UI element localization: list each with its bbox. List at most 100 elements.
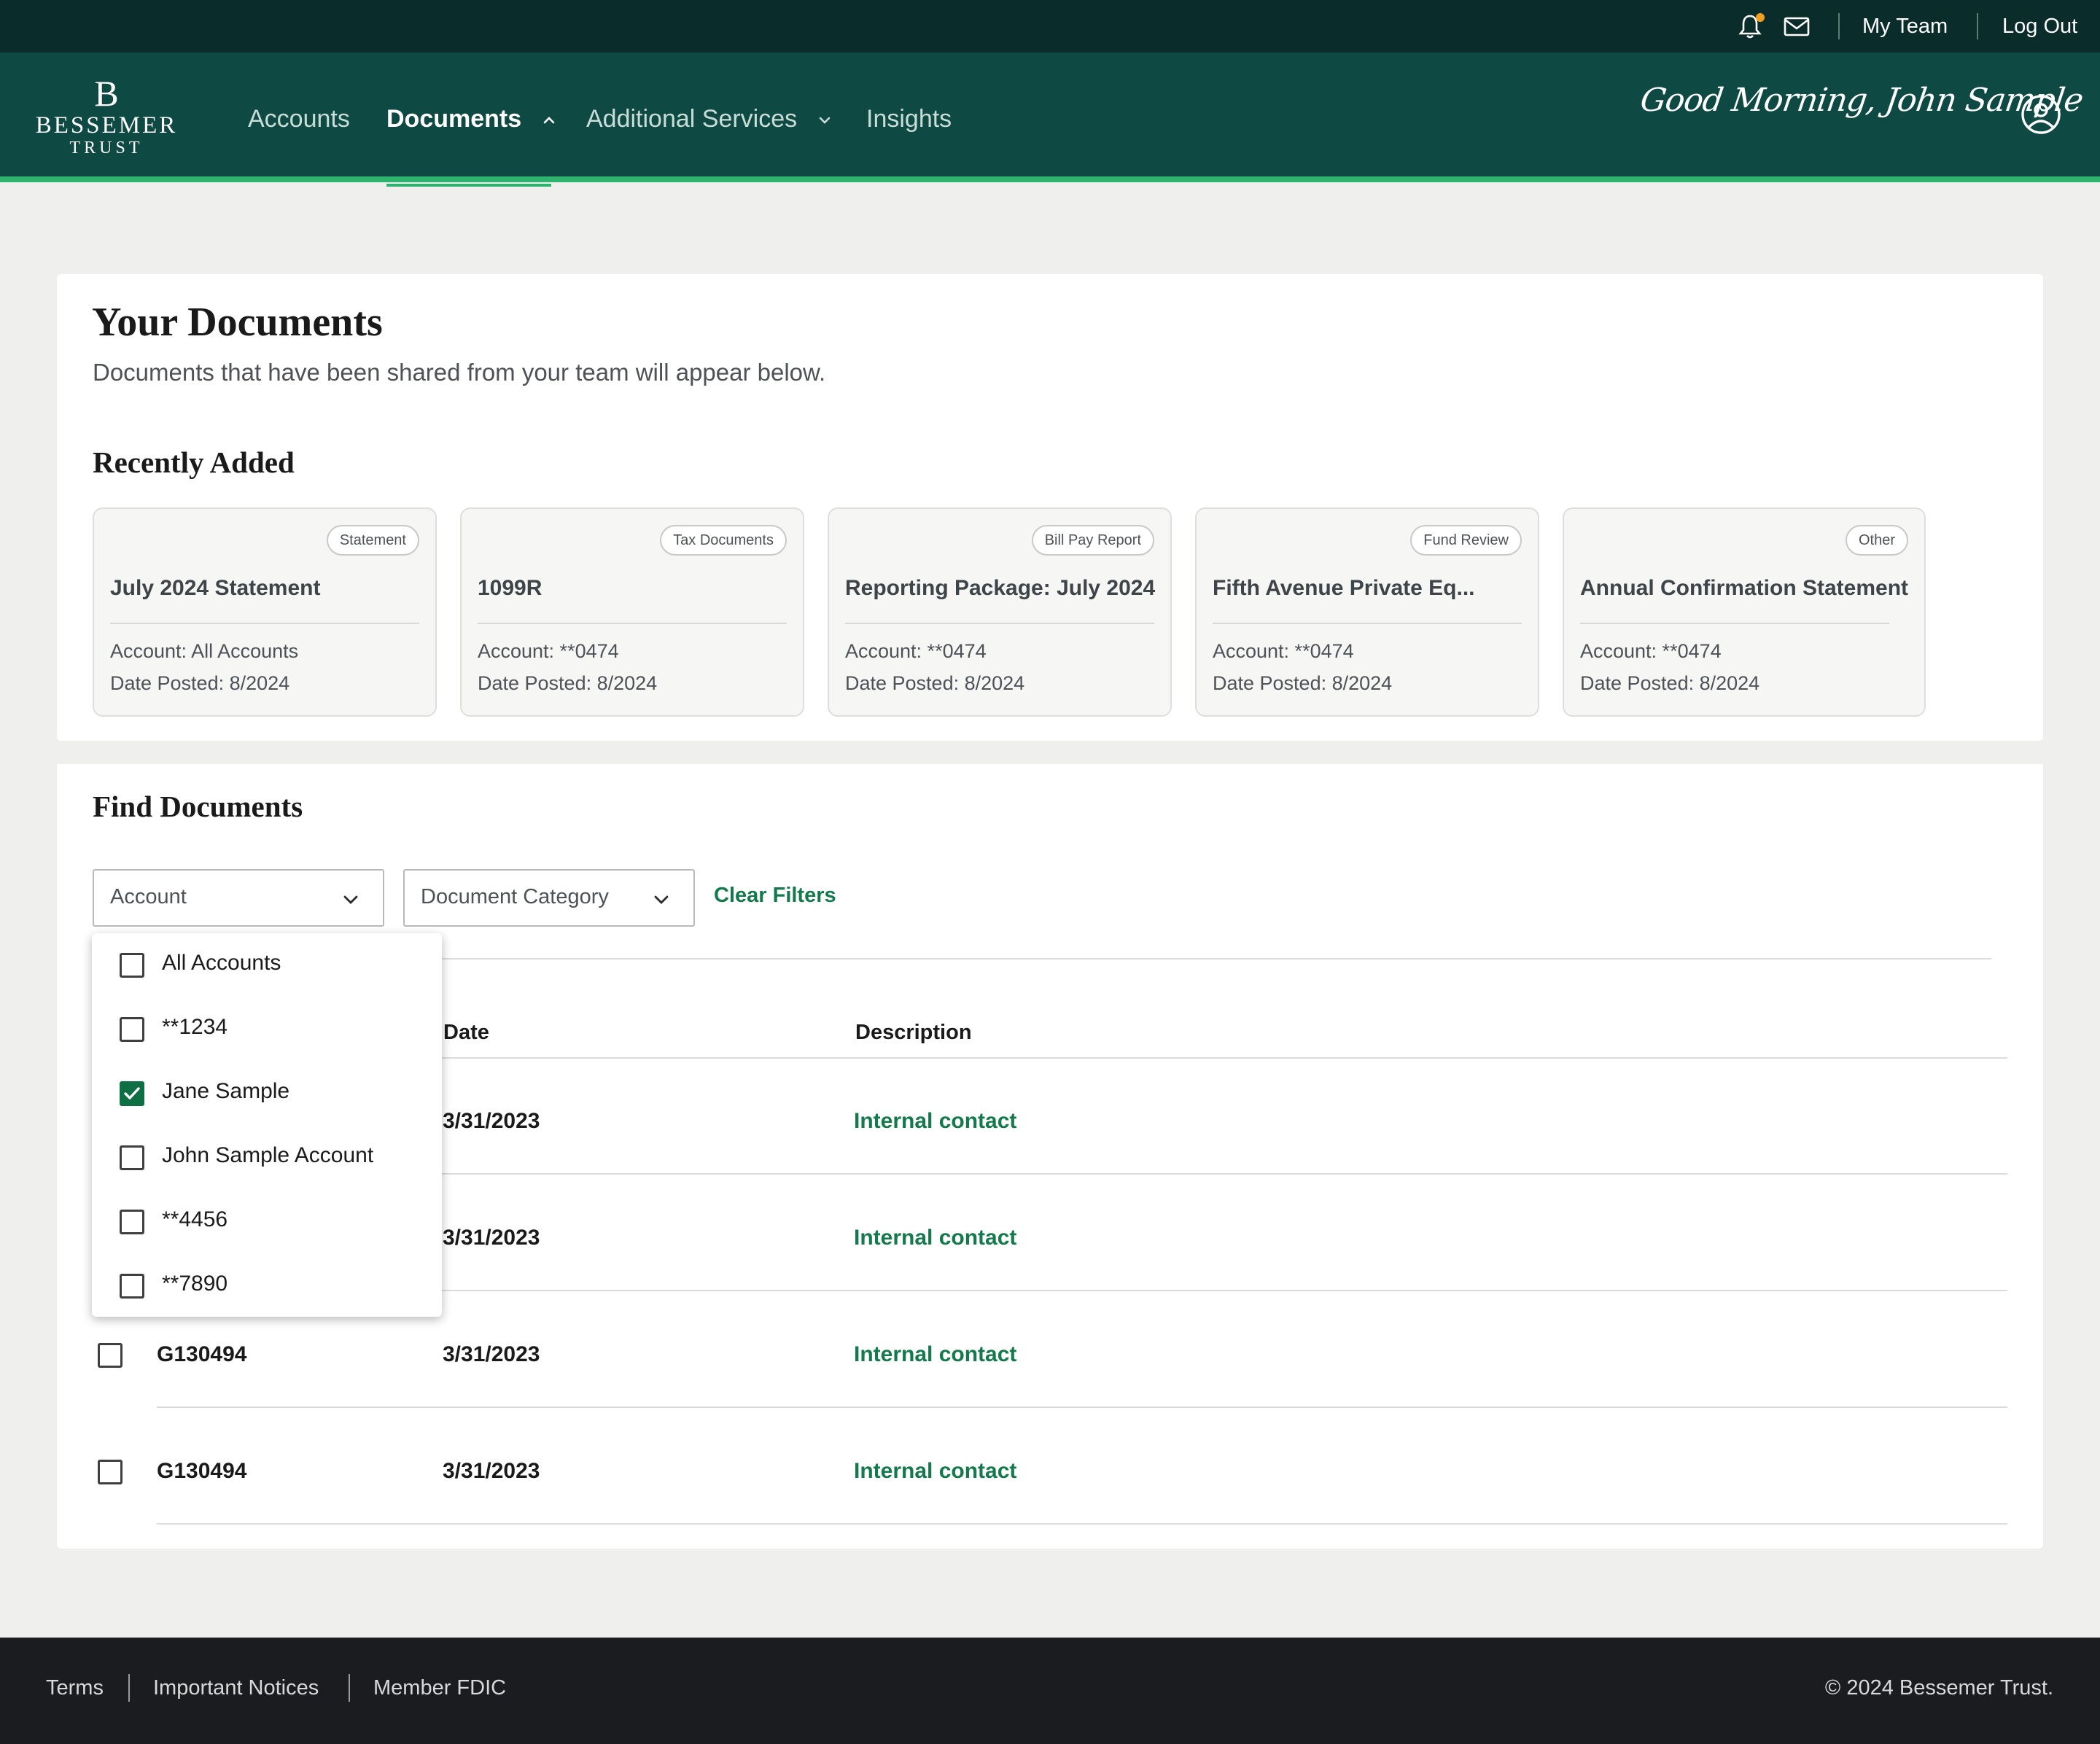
nav-documents[interactable]: Documents [386,101,558,137]
row-account-number: G130494 [157,1342,247,1366]
category-badge: Statement [326,525,419,556]
option-checkbox[interactable] [120,1274,144,1299]
card-divider [478,623,787,624]
footer-link-terms[interactable]: Terms [46,1676,104,1700]
row-description-link[interactable]: Internal contact [854,1226,1016,1250]
option-label: Jane Sample [162,1079,290,1103]
row-divider [157,1523,2007,1525]
card-divider [1580,623,1889,624]
option-checkbox[interactable] [120,1017,144,1042]
utility-separator [1977,13,1978,39]
document-account: Account: **0474 [1580,640,1722,662]
dropdown-option[interactable]: Jane Sample [92,1062,442,1126]
chevron-down-icon [819,117,830,124]
row-description-link[interactable]: Internal contact [854,1459,1016,1484]
column-header-description: Description [855,1021,972,1044]
account-filter-select[interactable]: Account [93,869,384,927]
category-badge: Bill Pay Report [1031,525,1154,556]
row-checkbox[interactable] [98,1460,122,1484]
document-account: Account: **0474 [845,640,987,662]
nav-insights-label: Insights [866,105,952,133]
footer-link-member-fdic[interactable]: Member FDIC [373,1676,506,1700]
document-date: Date Posted: 8/2024 [1580,672,1760,694]
row-checkbox[interactable] [98,1343,122,1368]
document-account: Account: **0474 [1213,640,1354,662]
option-label: **4456 [162,1207,228,1231]
row-divider [157,1406,2007,1408]
clear-filters-button[interactable]: Clear Filters [714,884,836,908]
my-team-link[interactable]: My Team [1862,12,1948,41]
page-subtitle: Documents that have been shared from you… [93,359,826,386]
dropdown-option[interactable]: **4456 [92,1190,442,1254]
notification-dot [1756,13,1765,22]
document-title: Annual Confirmation Statement [1580,576,1909,600]
option-label: All Accounts [162,951,281,975]
option-checkbox[interactable] [120,953,144,978]
document-account: Account: All Accounts [110,640,299,662]
nav-documents-label: Documents [386,105,522,133]
nav-additional-services[interactable]: Additional Services [586,101,833,137]
category-badge: Fund Review [1410,525,1522,556]
document-account: Account: **0474 [478,640,619,662]
utility-separator [1838,13,1840,39]
footer-link-important-notices[interactable]: Important Notices [153,1676,319,1700]
document-card[interactable]: Tax Documents 1099R Account: **0474 Date… [460,507,804,717]
row-date: 3/31/2023 [443,1342,540,1366]
dropdown-option[interactable]: **1234 [92,997,442,1062]
log-out-link[interactable]: Log Out [2002,12,2077,41]
greeting-signature: Good Morning, John Sample [1638,82,2085,119]
nav-active-underline [386,184,551,187]
option-checkbox-checked[interactable] [120,1081,144,1106]
option-label: **1234 [162,1015,228,1039]
option-checkbox[interactable] [120,1210,144,1234]
account-dropdown-menu: All Accounts **1234 Jane Sample John Sam… [92,933,442,1317]
user-circle-icon[interactable] [2020,93,2062,136]
footer-separator [128,1674,130,1702]
option-checkbox[interactable] [120,1145,144,1170]
dropdown-option[interactable]: All Accounts [92,933,442,997]
card-divider [110,623,419,624]
page-title: Your Documents [92,300,383,345]
row-description-link[interactable]: Internal contact [854,1342,1016,1367]
document-title: 1099R [478,576,542,600]
column-header-date: Date [443,1021,489,1044]
card-divider [845,623,1154,624]
logo-word-bessemer: BESSEMER [35,112,178,139]
document-card[interactable]: Other Annual Confirmation Statement Acco… [1563,507,1926,717]
nav-additional-services-label: Additional Services [586,105,798,133]
main-header: B BESSEMER TRUST Accounts Documents Addi… [0,52,2100,187]
row-account-number: G130494 [157,1459,247,1483]
document-title: Reporting Package: July 2024 [845,576,1156,600]
category-badge: Tax Documents [660,525,787,556]
document-title: July 2024 Statement [110,576,321,600]
logo-mark: B [94,73,119,114]
document-category-label: Document Category [421,885,609,908]
document-date: Date Posted: 8/2024 [845,672,1025,694]
footer: Terms Important Notices Member FDIC © 20… [0,1638,2100,1744]
document-category-select[interactable]: Document Category [403,869,695,927]
document-card[interactable]: Statement July 2024 Statement Account: A… [93,507,437,717]
row-date: 3/31/2023 [443,1109,540,1133]
check-icon [124,1087,140,1099]
nav-accounts[interactable]: Accounts [248,101,350,137]
document-card[interactable]: Bill Pay Report Reporting Package: July … [828,507,1172,717]
document-card[interactable]: Fund Review Fifth Avenue Private Eq... A… [1195,507,1539,717]
document-date: Date Posted: 8/2024 [110,672,290,694]
recently-added-title: Recently Added [93,445,295,479]
dropdown-option[interactable]: **7890 [92,1254,442,1318]
nav-insights[interactable]: Insights [866,101,952,137]
chevron-down-icon [654,895,669,904]
nav-accounts-label: Accounts [248,105,350,133]
document-title: Fifth Avenue Private Eq... [1213,576,1475,600]
row-description-link[interactable]: Internal contact [854,1109,1016,1134]
utility-bar: My Team Log Out [0,0,2100,52]
document-date: Date Posted: 8/2024 [1213,672,1393,694]
chevron-up-icon [543,117,554,124]
logo-word-trust: TRUST [69,139,144,157]
bessemer-trust-logo[interactable]: B BESSEMER TRUST [34,74,179,162]
mail-icon[interactable] [1782,12,1811,41]
dropdown-option[interactable]: John Sample Account [92,1126,442,1190]
option-label: **7890 [162,1272,228,1296]
chevron-down-icon [343,895,358,904]
account-filter-label: Account [110,885,187,908]
